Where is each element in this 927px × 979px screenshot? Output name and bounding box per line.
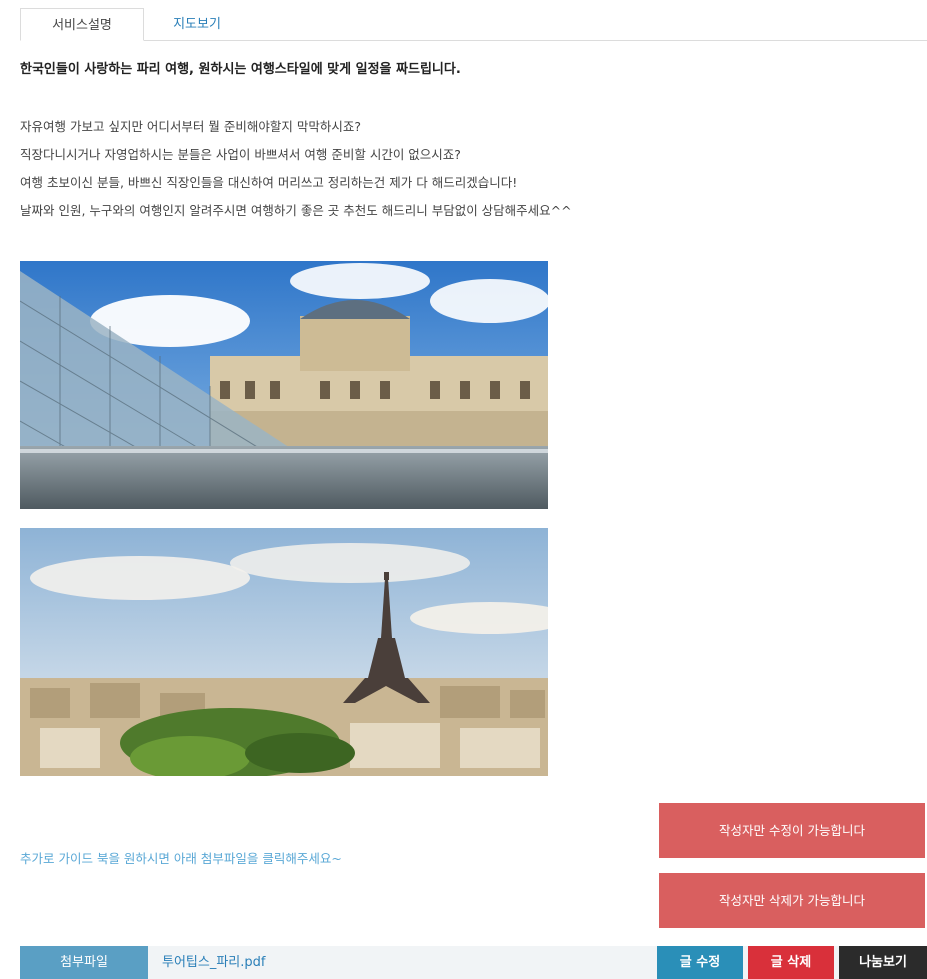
louvre-photo	[20, 261, 548, 509]
tab-service-description[interactable]: 서비스설명	[20, 8, 144, 41]
delete-author-only-notice[interactable]: 작성자만 삭제가 가능합니다	[659, 873, 925, 928]
edit-post-button[interactable]: 글 수정	[657, 946, 743, 979]
description-line-3: 여행 초보이신 분들, 바쁘신 직장인들을 대신하여 머리쓰고 정리하는건 제가…	[20, 175, 518, 190]
eiffel-tower-photo	[20, 528, 548, 776]
tab-bar: 서비스설명 지도보기	[20, 8, 927, 41]
attachment-file-link[interactable]: 투어팁스_파리.pdf	[162, 946, 265, 979]
delete-post-button[interactable]: 글 삭제	[748, 946, 834, 979]
guidebook-notice: 추가로 가이드 북을 원하시면 아래 첨부파일을 클릭해주세요~	[20, 851, 342, 866]
description-line-2: 직장다니시거나 자영업하시는 분들은 사업이 바쁘셔서 여행 준비할 시간이 없…	[20, 147, 461, 162]
edit-author-only-notice[interactable]: 작성자만 수정이 가능합니다	[659, 803, 925, 858]
service-headline: 한국인들이 사랑하는 파리 여행, 원하시는 여행스타일에 맞게 일정을 짜드립…	[20, 62, 461, 77]
share-view-button[interactable]: 나눔보기	[839, 946, 927, 979]
description-line-4: 날짜와 인원, 누구와의 여행인지 알려주시면 여행하기 좋은 곳 추천도 해드…	[20, 203, 572, 218]
description-line-1: 자유여행 가보고 싶지만 어디서부터 뭘 준비해야할지 막막하시죠?	[20, 119, 361, 134]
attachment-label: 첨부파일	[20, 946, 148, 979]
tab-map-view[interactable]: 지도보기	[144, 8, 250, 41]
